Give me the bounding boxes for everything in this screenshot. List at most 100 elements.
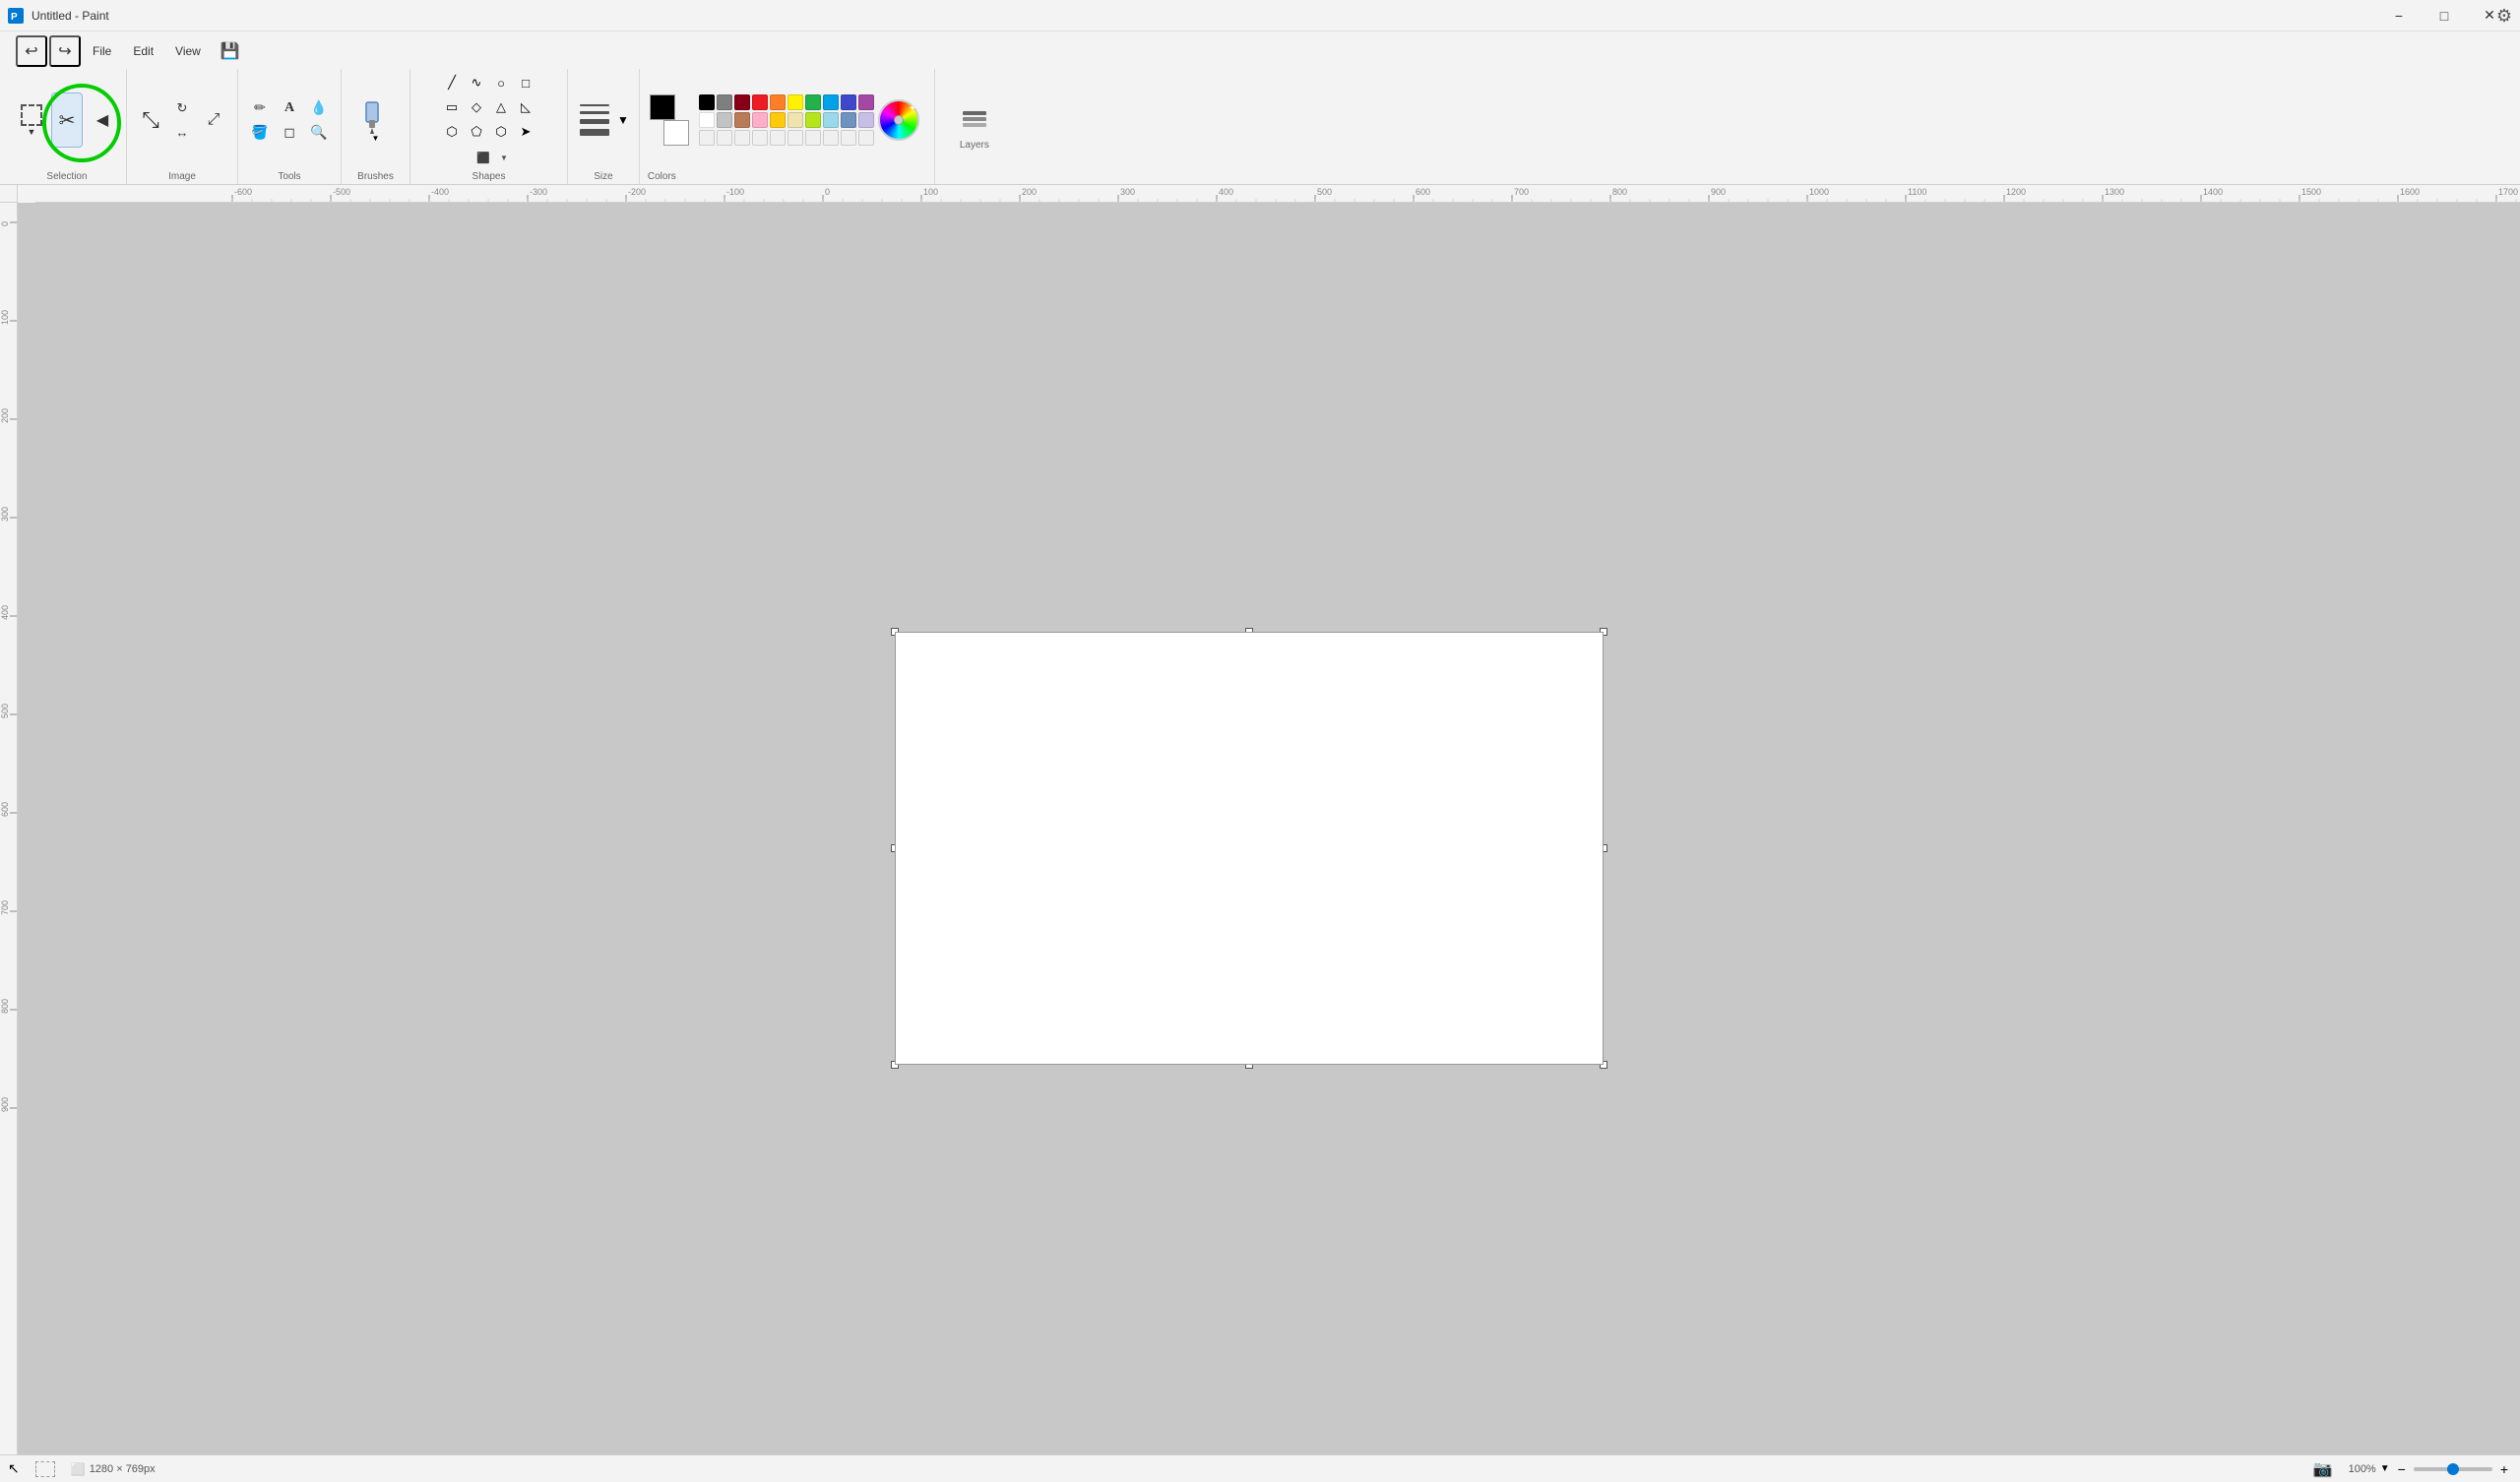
- shape-ellipse[interactable]: ○: [489, 71, 513, 94]
- free-select-button[interactable]: ✂: [51, 93, 83, 148]
- color-orange[interactable]: [770, 94, 786, 110]
- expand-image-button[interactable]: ⤢: [198, 93, 229, 148]
- svg-text:P: P: [11, 12, 18, 23]
- fill-shape-button[interactable]: ⬛: [470, 146, 497, 169]
- color-pink[interactable]: [752, 112, 768, 128]
- svg-text:300: 300: [1120, 187, 1135, 197]
- brushes-button[interactable]: ▼: [350, 94, 402, 146]
- rect-select-button[interactable]: ▼: [16, 93, 47, 148]
- shape-line[interactable]: ╱: [440, 71, 464, 94]
- size-label: Size: [594, 171, 612, 182]
- menu-file[interactable]: File: [83, 41, 121, 61]
- undo-button[interactable]: ↩: [16, 35, 47, 67]
- save-button[interactable]: 💾: [217, 37, 244, 65]
- size-2[interactable]: [580, 111, 609, 114]
- size-group: ▼ Size: [568, 69, 640, 184]
- color-blue[interactable]: [841, 94, 856, 110]
- shapes-group: ╱ ∿ ○ □ ▭ ◇ △ ◺ ⬡ ⬠ ⬡ ➤: [410, 69, 568, 184]
- color-empty-2[interactable]: [717, 130, 732, 146]
- size-3[interactable]: [580, 119, 609, 124]
- zoom-out-button[interactable]: −: [2394, 1461, 2410, 1477]
- selection-indicator[interactable]: [35, 1461, 55, 1477]
- redo-button[interactable]: ↪: [49, 35, 81, 67]
- color-empty-7[interactable]: [805, 130, 821, 146]
- menu-edit[interactable]: Edit: [123, 41, 163, 61]
- shape-diamond2[interactable]: ⬡: [440, 120, 464, 144]
- brushes-label: Brushes: [357, 171, 394, 182]
- color-empty-6[interactable]: [788, 130, 803, 146]
- shape-hexagon[interactable]: ⬡: [489, 120, 513, 144]
- fill-button[interactable]: 🪣: [246, 121, 274, 145]
- svg-text:-500: -500: [333, 187, 350, 197]
- statusbar: ↖ ⬜ 1280 × 769px 📷 100% ▼ − +: [0, 1454, 2520, 1482]
- color-brown[interactable]: [734, 112, 750, 128]
- shape-rect2[interactable]: ▭: [440, 95, 464, 119]
- svg-text:400: 400: [0, 605, 10, 620]
- svg-text:900: 900: [0, 1097, 10, 1112]
- color-yellow[interactable]: [788, 94, 803, 110]
- color-white[interactable]: [699, 112, 715, 128]
- select-direction-button[interactable]: ◀: [87, 93, 118, 148]
- color-lightblue[interactable]: [841, 112, 856, 128]
- layers-group[interactable]: Layers: [935, 69, 1014, 184]
- zoom-in-button[interactable]: +: [2496, 1461, 2512, 1477]
- color-empty-9[interactable]: [841, 130, 856, 146]
- shape-diamond[interactable]: ◇: [465, 95, 488, 119]
- color-black[interactable]: [699, 94, 715, 110]
- magnifier-button[interactable]: 🔍: [305, 121, 333, 145]
- resize-button[interactable]: ⤡: [135, 93, 166, 148]
- color-purple[interactable]: [858, 94, 874, 110]
- zoom-slider[interactable]: [2414, 1467, 2492, 1471]
- color-cream[interactable]: [788, 112, 803, 128]
- flip-button[interactable]: ↔: [168, 121, 196, 145]
- maximize-button[interactable]: □: [2422, 0, 2467, 31]
- color-green[interactable]: [805, 94, 821, 110]
- color-red[interactable]: [752, 94, 768, 110]
- rotate-button[interactable]: ↻: [168, 96, 196, 120]
- text-button[interactable]: A: [276, 96, 303, 120]
- menu-view[interactable]: View: [165, 41, 211, 61]
- color-empty-5[interactable]: [770, 130, 786, 146]
- color-empty-4[interactable]: [752, 130, 768, 146]
- color-gray[interactable]: [717, 94, 732, 110]
- size-selector[interactable]: [576, 100, 613, 140]
- canvas-size-icon: ⬜: [71, 1462, 86, 1476]
- zoom-dropdown[interactable]: ▼: [2380, 1463, 2390, 1474]
- minimize-button[interactable]: −: [2376, 0, 2422, 31]
- size-1[interactable]: [580, 104, 609, 106]
- shape-arrow[interactable]: ➤: [514, 120, 537, 144]
- canvas-viewport[interactable]: [18, 203, 2520, 1454]
- color-lime[interactable]: [805, 112, 821, 128]
- app-title: Untitled - Paint: [32, 9, 109, 23]
- screenshot-button[interactable]: 📷: [2313, 1459, 2333, 1479]
- size-4[interactable]: [580, 129, 609, 136]
- color-darkred[interactable]: [734, 94, 750, 110]
- edit-colors-button[interactable]: +: [878, 99, 919, 141]
- color-empty-8[interactable]: [823, 130, 839, 146]
- color-gold[interactable]: [770, 112, 786, 128]
- shape-triangle[interactable]: △: [489, 95, 513, 119]
- color-lightgray[interactable]: [717, 112, 732, 128]
- color-empty-3[interactable]: [734, 130, 750, 146]
- color-lavender[interactable]: [858, 112, 874, 128]
- pencil-button[interactable]: ✏: [246, 96, 274, 120]
- color-picker-button[interactable]: 💧: [305, 96, 333, 120]
- zoom-percentage: 100%: [2341, 1463, 2376, 1475]
- foreground-color[interactable]: [650, 94, 675, 120]
- shape-right-triangle[interactable]: ◺: [514, 95, 537, 119]
- size-dropdown[interactable]: ▼: [615, 111, 631, 129]
- color-empty-10[interactable]: [858, 130, 874, 146]
- settings-button[interactable]: ⚙: [2496, 6, 2512, 27]
- paint-canvas[interactable]: [895, 632, 1604, 1065]
- svg-text:-300: -300: [530, 187, 547, 197]
- free-select-icon: ✂: [59, 108, 76, 133]
- shape-pentagon[interactable]: ⬠: [465, 120, 488, 144]
- shape-rect[interactable]: □: [514, 71, 537, 94]
- shape-curve[interactable]: ∿: [465, 71, 488, 94]
- color-lightcyan[interactable]: [823, 112, 839, 128]
- color-empty-1[interactable]: [699, 130, 715, 146]
- background-color[interactable]: [663, 120, 689, 146]
- color-cyan[interactable]: [823, 94, 839, 110]
- eraser-button[interactable]: ◻: [276, 121, 303, 145]
- canvas-dimensions: 1280 × 769px: [90, 1463, 156, 1475]
